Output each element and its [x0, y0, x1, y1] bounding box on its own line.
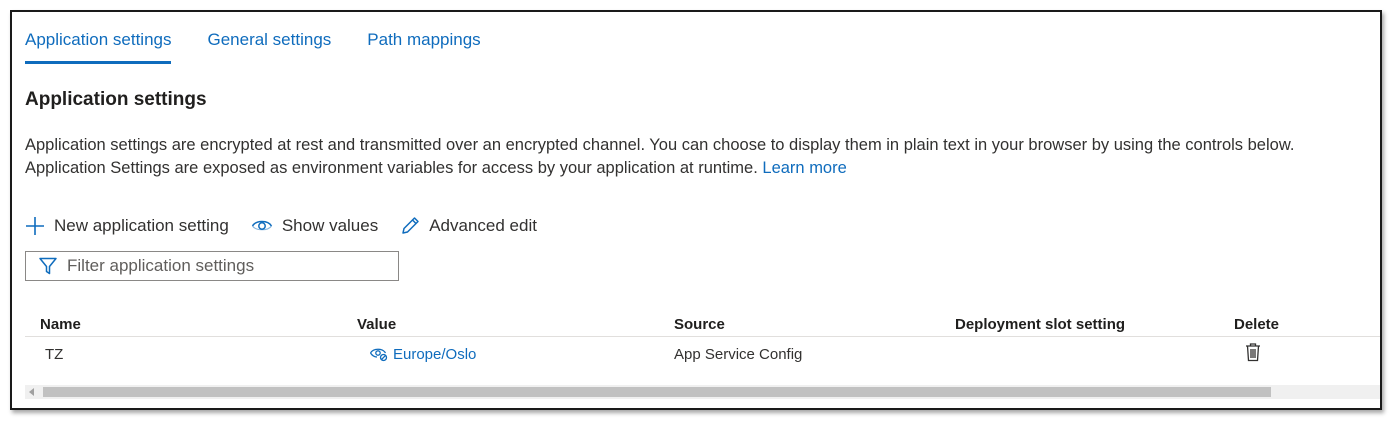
eye-hidden-icon: [369, 346, 389, 362]
trash-icon: [1244, 342, 1262, 362]
pencil-icon: [400, 216, 420, 236]
description-line-2-text: Application Settings are exposed as envi…: [25, 159, 758, 177]
description-line-1: Application settings are encrypted at re…: [25, 136, 1295, 154]
filter-placeholder: Filter application settings: [67, 256, 255, 275]
horizontal-scrollbar[interactable]: [25, 385, 1380, 399]
app-settings-panel: Application settings General settings Pa…: [10, 10, 1382, 410]
cell-deployment-slot[interactable]: [955, 337, 1234, 372]
tab-path-mappings[interactable]: Path mappings: [367, 30, 480, 64]
scroll-left-arrow[interactable]: [29, 388, 34, 396]
cell-value: Europe/Oslo: [357, 337, 674, 372]
column-header-value[interactable]: Value: [357, 312, 674, 337]
column-header-delete: Delete: [1234, 312, 1380, 337]
advanced-edit-label: Advanced edit: [429, 216, 537, 235]
column-header-name[interactable]: Name: [25, 312, 357, 337]
cell-name: TZ: [45, 345, 64, 363]
table-header-row: Name Value Source Deployment slot settin…: [25, 312, 1380, 337]
section-description: Application settings are encrypted at re…: [25, 134, 1294, 180]
delete-button[interactable]: [1244, 342, 1262, 362]
advanced-edit-button[interactable]: Advanced edit: [400, 216, 537, 236]
learn-more-link[interactable]: Learn more: [762, 159, 846, 177]
column-header-deployment-slot[interactable]: Deployment slot setting: [955, 312, 1234, 337]
tab-bar: Application settings General settings Pa…: [25, 30, 517, 64]
command-bar: New application setting Show values Adva…: [25, 216, 559, 236]
filter-application-settings-input[interactable]: Filter application settings: [25, 251, 399, 281]
section-title: Application settings: [25, 89, 207, 110]
show-values-button[interactable]: Show values: [251, 216, 378, 236]
plus-icon: [25, 216, 45, 236]
cell-value-text: Europe/Oslo: [393, 345, 477, 363]
hidden-value-link[interactable]: Europe/Oslo: [369, 346, 674, 363]
tab-general-settings[interactable]: General settings: [207, 30, 331, 64]
show-values-label: Show values: [281, 216, 379, 235]
cell-source: App Service Config: [674, 345, 803, 363]
new-application-setting-label: New application setting: [54, 216, 229, 235]
cell-delete: [1234, 337, 1380, 372]
funnel-icon: [38, 256, 58, 276]
table-row: TZ Europe/Oslo App Service Config: [25, 337, 1380, 372]
eye-icon: [251, 218, 273, 234]
application-settings-table: Name Value Source Deployment slot settin…: [25, 312, 1380, 372]
tab-application-settings[interactable]: Application settings: [25, 30, 172, 64]
column-header-source[interactable]: Source: [674, 312, 955, 337]
new-application-setting-button[interactable]: New application setting: [25, 216, 229, 236]
description-line-2: Application Settings are exposed as envi…: [25, 157, 1294, 180]
scrollbar-thumb[interactable]: [43, 387, 1271, 397]
